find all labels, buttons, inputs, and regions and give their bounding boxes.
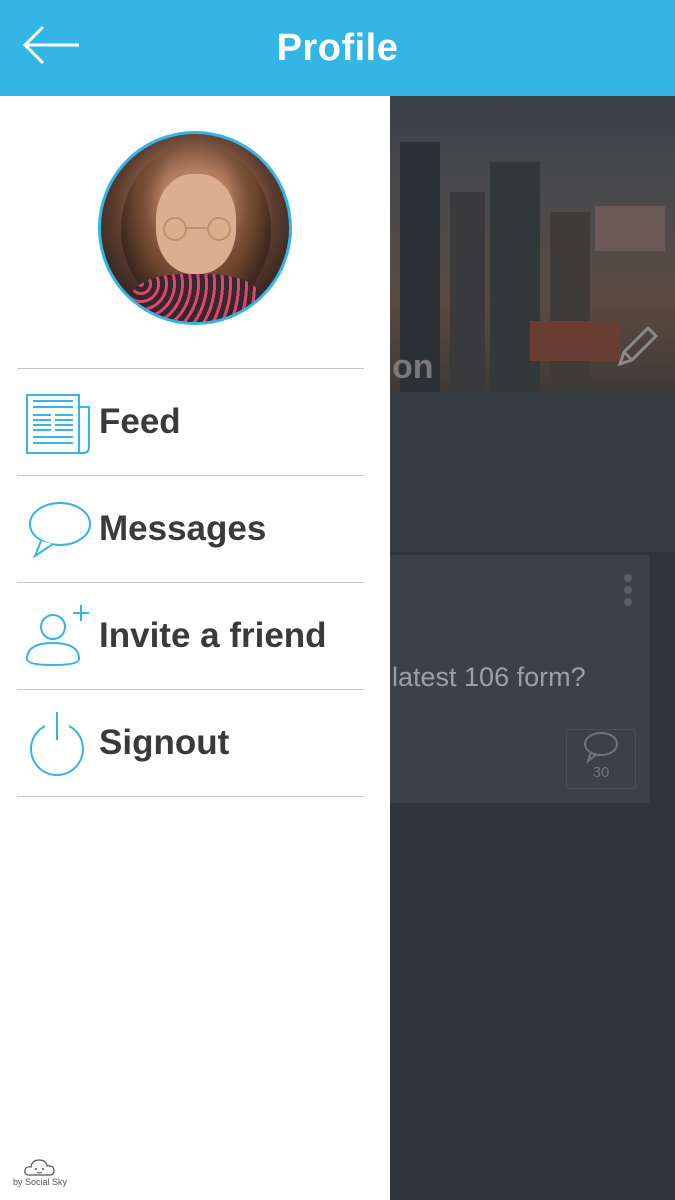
more-options-icon[interactable]	[620, 574, 636, 610]
page-title: Profile	[276, 26, 399, 69]
drawer-menu: Feed Messages Invite a friend Signout	[17, 368, 364, 797]
nav-drawer: Feed Messages Invite a friend Signout by…	[0, 96, 390, 1200]
menu-item-label: Signout	[99, 723, 230, 762]
cover-name-text: on	[392, 348, 434, 386]
add-user-icon	[25, 605, 89, 667]
menu-item-feed[interactable]: Feed	[17, 369, 364, 475]
brand-text: by Social Sky	[12, 1177, 68, 1187]
menu-item-messages[interactable]: Messages	[17, 476, 364, 582]
arrow-left-icon	[22, 25, 79, 65]
comment-count: 30	[592, 764, 610, 781]
divider	[17, 796, 364, 797]
comment-button[interactable]: 30	[566, 729, 636, 789]
app-screen: on latest 106 form? 30 Profile Feed Mess…	[0, 0, 675, 1200]
newspaper-icon	[26, 394, 90, 454]
comment-icon	[584, 732, 618, 764]
avatar[interactable]	[98, 131, 292, 325]
app-header: Profile	[0, 0, 675, 96]
back-button[interactable]	[18, 22, 84, 68]
profile-info-band	[390, 392, 675, 552]
brand-logo: by Social Sky	[8, 1155, 72, 1195]
pencil-icon[interactable]	[612, 320, 660, 372]
cloud-icon	[24, 1159, 55, 1176]
menu-item-label: Feed	[99, 402, 181, 441]
menu-item-invite[interactable]: Invite a friend	[17, 583, 364, 689]
power-icon	[30, 712, 84, 776]
chat-bubble-icon	[29, 502, 91, 559]
post-text: latest 106 form?	[392, 662, 586, 692]
menu-item-signout[interactable]: Signout	[17, 690, 364, 796]
menu-item-label: Invite a friend	[99, 616, 327, 655]
menu-item-label: Messages	[99, 509, 267, 548]
